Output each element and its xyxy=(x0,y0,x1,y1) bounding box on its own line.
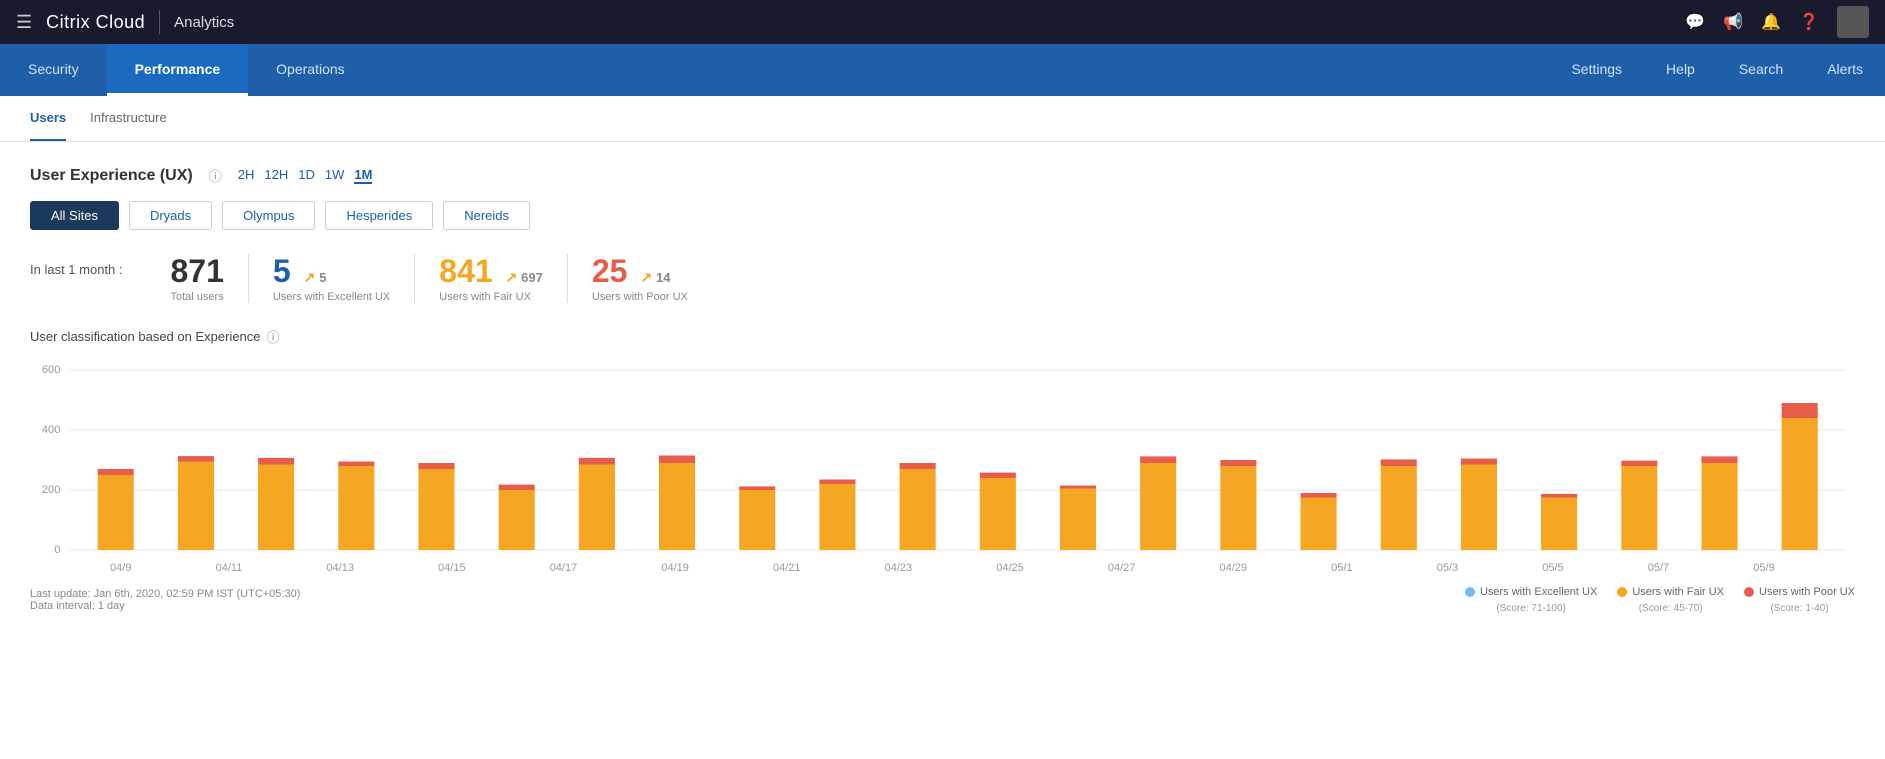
stat-fair-desc: Users with Fair UX xyxy=(439,291,543,303)
legend-dot-poor xyxy=(1744,587,1754,597)
time-filter-1d[interactable]: 1D xyxy=(298,167,315,184)
stat-poor-arrow: ↗ 14 xyxy=(640,269,670,285)
stat-poor: 25 ↗ 14 Users with Poor UX xyxy=(567,254,712,303)
topbar-product: Analytics xyxy=(174,14,234,31)
chart-svg: 600 400 200 0 xyxy=(30,358,1855,578)
user-avatar[interactable] xyxy=(1837,6,1869,38)
help-icon[interactable]: ❓ xyxy=(1799,12,1819,32)
site-all[interactable]: All Sites xyxy=(30,201,119,230)
stat-poor-value: 25 ↗ 14 xyxy=(592,254,688,289)
nav-alerts[interactable]: Alerts xyxy=(1805,44,1885,96)
chart-info-icon[interactable]: ⓘ xyxy=(267,327,280,346)
time-filter-12h[interactable]: 12H xyxy=(264,167,288,184)
legend-poor: Users with Poor UX (Score: 1-40) xyxy=(1744,586,1855,614)
time-filter-2h[interactable]: 2H xyxy=(238,167,255,184)
legend-excellent: Users with Excellent UX (Score: 71-100) xyxy=(1465,586,1597,614)
svg-text:600: 600 xyxy=(42,364,61,376)
time-filters: 2H 12H 1D 1W 1M xyxy=(238,167,373,184)
nav-help[interactable]: Help xyxy=(1644,44,1717,96)
chart-title: User classification based on Experience … xyxy=(30,327,1855,346)
stats-period-label: In last 1 month : xyxy=(30,254,123,277)
nav-search[interactable]: Search xyxy=(1717,44,1805,96)
subtab-users[interactable]: Users xyxy=(30,96,66,141)
subtabs: Users Infrastructure xyxy=(0,96,1885,142)
nav-security[interactable]: Security xyxy=(0,44,107,96)
site-dryads[interactable]: Dryads xyxy=(129,201,212,230)
stat-excellent-value: 5 ↗ 5 xyxy=(273,254,390,289)
legend-label-excellent: Users with Excellent UX xyxy=(1480,586,1597,598)
stat-excellent: 5 ↗ 5 Users with Excellent UX xyxy=(248,254,414,303)
legend-score-fair: (Score: 45-70) xyxy=(1639,603,1703,614)
chat-icon[interactable]: 💬 xyxy=(1685,12,1705,32)
stat-fair: 841 ↗ 697 Users with Fair UX xyxy=(414,254,567,303)
chart-footer: Last update: Jan 6th, 2020, 02:59 PM IST… xyxy=(30,586,1855,614)
topbar-logo: Citrix Cloud xyxy=(46,12,145,33)
announcement-icon[interactable]: 📢 xyxy=(1723,12,1743,32)
stat-poor-desc: Users with Poor UX xyxy=(592,291,688,303)
svg-text:0: 0 xyxy=(54,544,60,556)
time-filter-1m[interactable]: 1M xyxy=(354,167,372,184)
ux-info-icon[interactable]: ⓘ xyxy=(209,166,222,185)
navbar-right: Settings Help Search Alerts xyxy=(1549,44,1885,96)
legend: Users with Excellent UX (Score: 71-100) … xyxy=(1465,586,1855,614)
svg-text:400: 400 xyxy=(42,424,61,436)
site-filters: All Sites Dryads Olympus Hesperides Nere… xyxy=(30,201,1855,230)
legend-fair: Users with Fair UX (Score: 45-70) xyxy=(1617,586,1724,614)
nav-operations[interactable]: Operations xyxy=(248,44,372,96)
site-olympus[interactable]: Olympus xyxy=(222,201,315,230)
chart-section: User classification based on Experience … xyxy=(30,327,1855,614)
stat-fair-value: 841 ↗ 697 xyxy=(439,254,543,289)
chart-container: 600 400 200 0 xyxy=(30,358,1855,558)
notification-icon[interactable]: 🔔 xyxy=(1761,12,1781,32)
stat-total: 871 Total users xyxy=(147,254,248,303)
stat-fair-arrow: ↗ 697 xyxy=(506,269,543,285)
legend-label-poor: Users with Poor UX xyxy=(1759,586,1855,598)
logo-normal: Cloud xyxy=(90,12,145,32)
stat-total-value: 871 xyxy=(171,254,224,289)
site-hesperides[interactable]: Hesperides xyxy=(325,201,433,230)
stat-total-desc: Total users xyxy=(171,291,224,303)
menu-icon[interactable]: ☰ xyxy=(16,12,32,33)
stats-row: In last 1 month : 871 Total users 5 ↗ 5 … xyxy=(30,254,1855,303)
ux-header: User Experience (UX) ⓘ 2H 12H 1D 1W 1M xyxy=(30,166,1855,185)
stat-excellent-arrow: ↗ 5 xyxy=(304,269,327,285)
topbar: ☰ Citrix Cloud Analytics 💬 📢 🔔 ❓ xyxy=(0,0,1885,44)
subtab-infrastructure[interactable]: Infrastructure xyxy=(90,96,167,141)
svg-text:200: 200 xyxy=(42,484,61,496)
logo-bold: Citrix xyxy=(46,12,90,32)
main-content: User Experience (UX) ⓘ 2H 12H 1D 1W 1M A… xyxy=(0,142,1885,638)
legend-dot-excellent xyxy=(1465,587,1475,597)
navbar: Security Performance Operations Settings… xyxy=(0,44,1885,96)
stat-excellent-desc: Users with Excellent UX xyxy=(273,291,390,303)
update-info: Last update: Jan 6th, 2020, 02:59 PM IST… xyxy=(30,588,300,612)
nav-performance[interactable]: Performance xyxy=(107,44,249,96)
topbar-divider xyxy=(159,10,160,34)
ux-title: User Experience (UX) xyxy=(30,167,193,185)
legend-label-fair: Users with Fair UX xyxy=(1632,586,1724,598)
legend-score-excellent: (Score: 71-100) xyxy=(1496,603,1565,614)
site-nereids[interactable]: Nereids xyxy=(443,201,530,230)
data-interval: Data interval: 1 day xyxy=(30,600,300,612)
time-filter-1w[interactable]: 1W xyxy=(325,167,345,184)
last-update: Last update: Jan 6th, 2020, 02:59 PM IST… xyxy=(30,588,300,600)
legend-dot-fair xyxy=(1617,587,1627,597)
legend-score-poor: (Score: 1-40) xyxy=(1770,603,1828,614)
nav-settings[interactable]: Settings xyxy=(1549,44,1644,96)
topbar-right: 💬 📢 🔔 ❓ xyxy=(1685,6,1869,38)
